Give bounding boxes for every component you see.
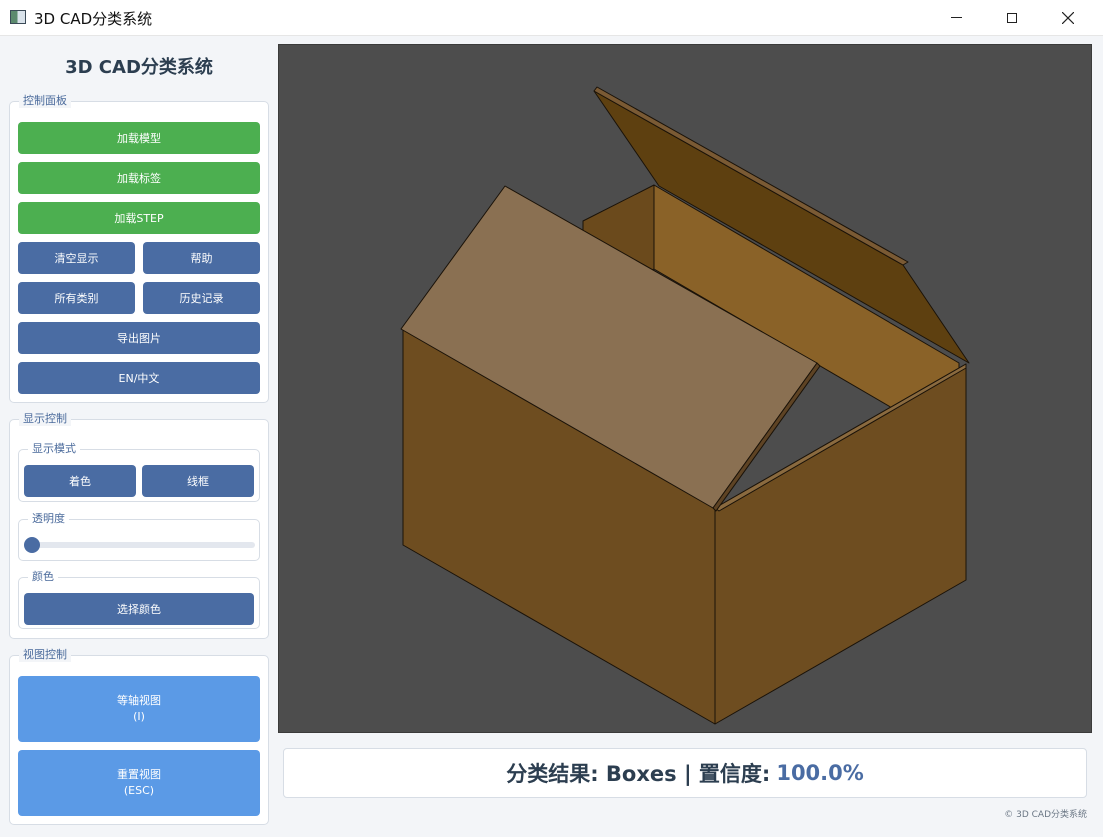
isometric-view-shortcut: (I) xyxy=(133,710,145,723)
control-panel-group: 控制面板 加载模型 加载标签 加载STEP 清空显示 帮助 所有类别 历史记录 … xyxy=(9,94,269,403)
app-heading: 3D CAD分类系统 xyxy=(65,57,213,78)
reset-view-shortcut: (ESC) xyxy=(123,784,155,797)
choose-color-button[interactable]: 选择颜色 xyxy=(24,593,254,625)
language-toggle-button[interactable]: EN/中文 xyxy=(18,362,260,394)
help-button[interactable]: 帮助 xyxy=(143,242,260,274)
isometric-view-label: 等轴视图 xyxy=(117,694,161,707)
display-control-group: 显示控制 显示模式 着色 线框 透明度 颜色 选择颜色 xyxy=(9,412,269,639)
view-control-group: 视图控制 等轴视图 (I) 重置视图 (ESC) xyxy=(9,648,269,825)
control-panel-title: 控制面板 xyxy=(19,94,71,108)
transparency-slider-handle[interactable] xyxy=(24,537,40,553)
close-button[interactable] xyxy=(1045,0,1091,35)
transparency-slider-track[interactable] xyxy=(33,542,255,548)
color-title: 颜色 xyxy=(28,570,58,584)
load-model-button[interactable]: 加载模型 xyxy=(18,122,260,154)
display-control-title: 显示控制 xyxy=(19,412,71,426)
maximize-button[interactable] xyxy=(989,0,1035,35)
sidebar: 3D CAD分类系统 控制面板 加载模型 加载标签 加载STEP 清空显示 帮助… xyxy=(0,36,276,837)
shaded-mode-button[interactable]: 着色 xyxy=(24,465,136,497)
minimize-icon xyxy=(950,17,962,18)
box-model xyxy=(400,86,970,725)
display-mode-group: 显示模式 着色 线框 xyxy=(18,442,260,502)
clear-display-button[interactable]: 清空显示 xyxy=(18,242,135,274)
classification-result: 分类结果: Boxes | 置信度: 100.0% xyxy=(283,748,1087,798)
maximize-icon xyxy=(1007,12,1017,23)
history-button[interactable]: 历史记录 xyxy=(143,282,260,314)
3d-viewport[interactable] xyxy=(278,44,1092,733)
app-icon xyxy=(10,10,26,24)
reset-view-label: 重置视图 xyxy=(117,768,161,781)
window-title: 3D CAD分类系统 xyxy=(34,10,153,28)
isometric-view-button[interactable]: 等轴视图 (I) xyxy=(18,676,260,742)
copyright-footer: © 3D CAD分类系统 xyxy=(1004,810,1087,820)
display-mode-title: 显示模式 xyxy=(28,442,80,456)
color-group: 颜色 选择颜色 xyxy=(18,570,260,629)
close-icon xyxy=(1062,11,1074,24)
view-control-title: 视图控制 xyxy=(19,648,71,662)
load-step-button[interactable]: 加载STEP xyxy=(18,202,260,234)
transparency-title: 透明度 xyxy=(28,512,69,526)
window-titlebar: 3D CAD分类系统 xyxy=(0,0,1103,36)
transparency-group: 透明度 xyxy=(18,512,260,561)
all-categories-button[interactable]: 所有类别 xyxy=(18,282,135,314)
reset-view-button[interactable]: 重置视图 (ESC) xyxy=(18,750,260,816)
export-image-button[interactable]: 导出图片 xyxy=(18,322,260,354)
load-labels-button[interactable]: 加载标签 xyxy=(18,162,260,194)
result-label: 分类结果: Boxes | 置信度: xyxy=(506,762,771,786)
minimize-button[interactable] xyxy=(933,0,979,35)
confidence-value: 100.0% xyxy=(776,761,864,785)
wireframe-mode-button[interactable]: 线框 xyxy=(142,465,254,497)
